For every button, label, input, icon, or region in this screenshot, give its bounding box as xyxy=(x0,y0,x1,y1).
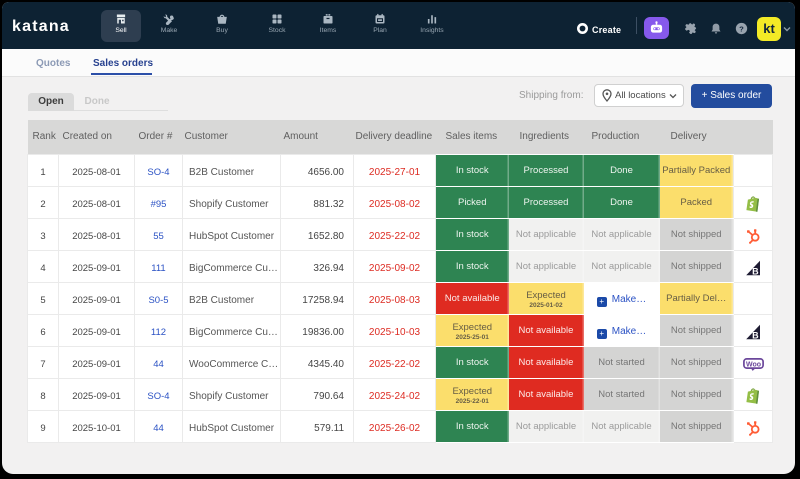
svg-text:B: B xyxy=(752,330,759,340)
svg-text:Woo: Woo xyxy=(745,361,760,368)
svg-text:?: ? xyxy=(739,24,744,33)
svg-text:B: B xyxy=(752,266,759,276)
